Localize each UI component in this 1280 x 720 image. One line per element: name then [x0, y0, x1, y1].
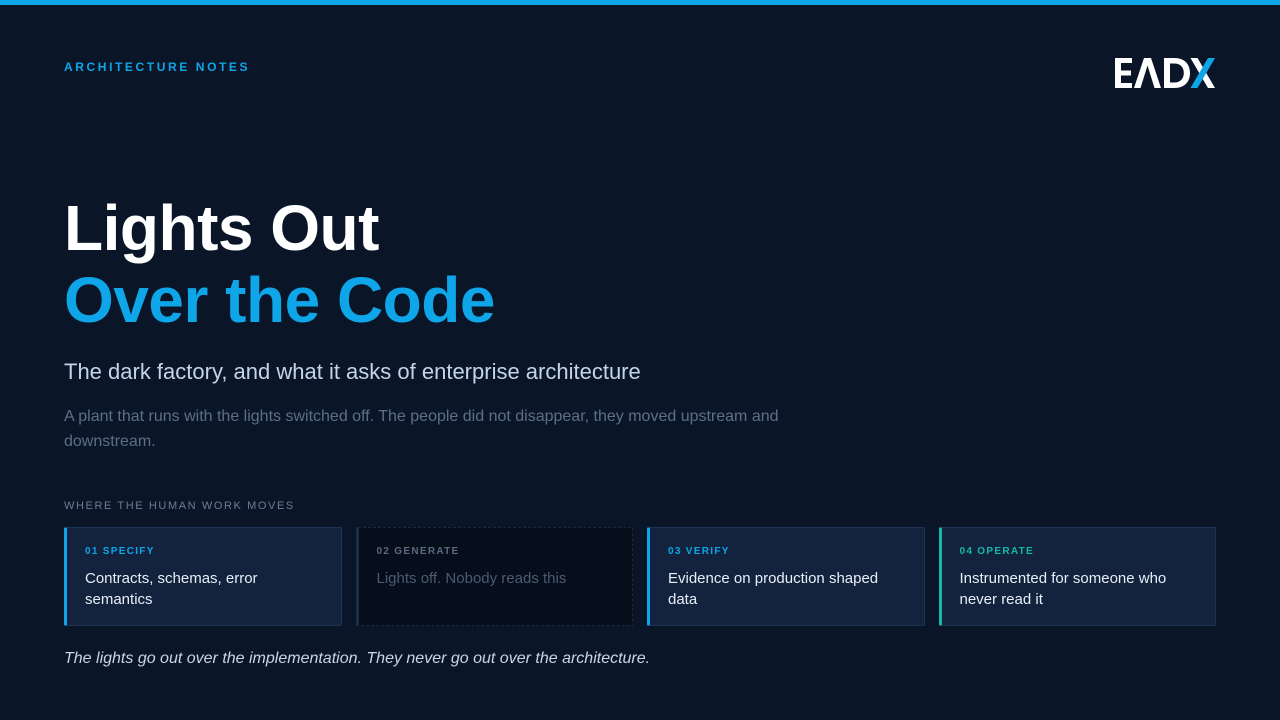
stage-text: Lights off. Nobody reads this: [376, 570, 567, 587]
stage-number: 03 VERIFY: [668, 546, 730, 557]
eadx-logo: [1115, 58, 1215, 88]
stage-card-generate: 02 GENERATE Lights off. Nobody reads thi…: [355, 527, 633, 626]
stage-card-operate: 04 OPERATE Instrumented for someone who …: [938, 527, 1216, 626]
eyebrow-label: ARCHITECTURE NOTES: [64, 60, 251, 74]
accent-top-bar: [0, 0, 1280, 5]
stage-text: Instrumented for someone who never read …: [959, 570, 1167, 608]
title-line-1: Lights Out: [64, 192, 379, 264]
stage-number: 01 SPECIFY: [85, 546, 155, 557]
footer-quote: The lights go out over the implementatio…: [64, 650, 651, 667]
title-line-2: Over the Code: [64, 264, 495, 336]
stage-number: 02 GENERATE: [376, 546, 460, 557]
stages-row: 01 SPECIFY Contracts, schemas, error sem…: [64, 527, 1216, 626]
stage-number: 04 OPERATE: [959, 546, 1034, 557]
stage-text: Evidence on production shaped data: [668, 570, 879, 608]
description: A plant that runs with the lights switch…: [64, 408, 779, 450]
stage-card-verify: 03 VERIFY Evidence on production shaped …: [647, 527, 925, 626]
subtitle: The dark factory, and what it asks of en…: [64, 359, 641, 384]
stages-section-label: WHERE THE HUMAN WORK MOVES: [64, 500, 295, 512]
stage-card-specify: 01 SPECIFY Contracts, schemas, error sem…: [64, 527, 342, 626]
stage-text: Contracts, schemas, error semantics: [85, 570, 258, 608]
